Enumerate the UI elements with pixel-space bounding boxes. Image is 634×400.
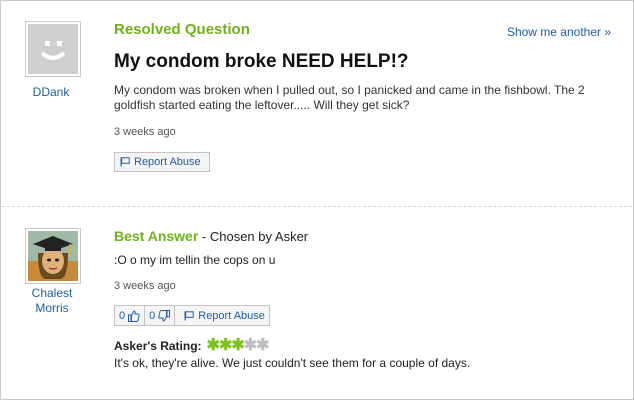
- question-time-ago: 3 weeks ago: [114, 126, 176, 138]
- thumbs-up-icon: [128, 309, 140, 322]
- question-panel: DDank Resolved Question Show me another …: [0, 0, 634, 400]
- answer-vote-group: 0 0 Report Abuse: [114, 305, 270, 326]
- section-divider: [2, 206, 632, 207]
- thumbs-up-count: 0: [119, 309, 126, 322]
- answerer-name[interactable]: Chalest Morris: [19, 286, 85, 316]
- star-filled-icon: ✱: [218, 337, 232, 354]
- thumbs-down-button[interactable]: 0: [145, 305, 176, 326]
- report-abuse-label: Report Abuse: [134, 156, 201, 168]
- asker-rating-comment: It's ok, they're alive. We just couldn't…: [114, 356, 471, 370]
- flag-icon: [184, 310, 194, 320]
- question-body: My condom was broken when I pulled out, …: [114, 83, 585, 112]
- graduate-avatar-icon: [28, 231, 78, 281]
- answer-body: :O o my im tellin the cops on u: [114, 253, 276, 267]
- report-abuse-label: Report Abuse: [198, 309, 265, 322]
- asker-name[interactable]: DDank: [21, 85, 81, 100]
- star-empty-icon: ✱: [243, 337, 257, 354]
- asker-rating-label: Asker's Rating:: [114, 339, 202, 353]
- flag-icon: [120, 157, 130, 167]
- asker-rating: Asker's Rating: ✱✱✱✱✱: [114, 337, 270, 354]
- star-empty-icon: ✱: [256, 337, 269, 354]
- resolved-question-heading: Resolved Question: [114, 21, 250, 38]
- default-smiley-avatar-icon: [28, 24, 78, 74]
- show-another-link[interactable]: Show me another »: [507, 25, 611, 39]
- answerer-avatar[interactable]: [25, 228, 81, 284]
- question-title: My condom broke NEED HELP!?: [114, 51, 409, 72]
- thumbs-up-button[interactable]: 0: [114, 305, 146, 326]
- thumbs-down-count: 0: [149, 309, 156, 322]
- asker-avatar[interactable]: [25, 21, 81, 77]
- star-rating: ✱✱✱✱✱: [206, 337, 270, 354]
- best-answer-label: Best Answer: [114, 228, 199, 244]
- question-report-abuse-button[interactable]: Report Abuse: [114, 152, 210, 172]
- best-answer-heading: Best Answer - Chosen by Asker: [114, 228, 308, 244]
- star-filled-icon: ✱: [231, 337, 244, 354]
- thumbs-down-icon: [158, 309, 171, 322]
- chosen-by-label: - Chosen by Asker: [198, 229, 309, 244]
- star-filled-icon: ✱: [206, 337, 220, 354]
- answer-time-ago: 3 weeks ago: [114, 280, 176, 292]
- answer-report-abuse-button[interactable]: Report Abuse: [175, 305, 270, 326]
